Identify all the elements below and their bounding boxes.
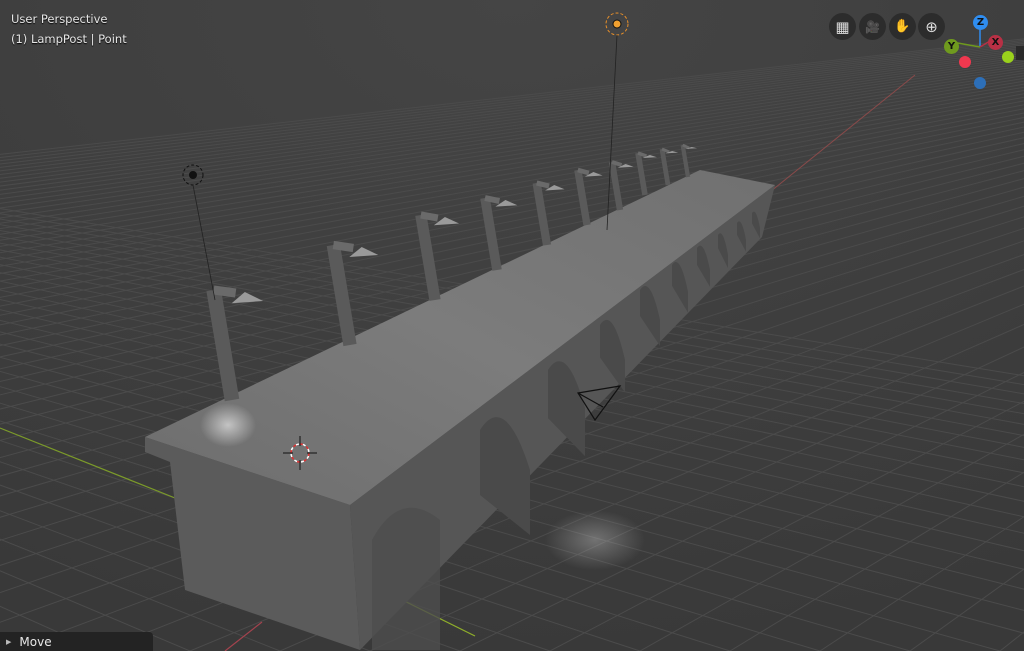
last-operator-panel[interactable]: ▶ Move <box>0 632 153 651</box>
operator-label: Move <box>19 634 52 649</box>
zoom-icon: ⊕ <box>925 17 938 36</box>
light-glow-floor <box>545 510 645 570</box>
camera-icon: 🎥 <box>865 19 880 34</box>
toggle-grid-view-button[interactable]: ▦ <box>829 13 856 40</box>
lamp-light-spot <box>200 403 256 447</box>
hand-icon: ✋ <box>894 19 911 34</box>
view-name-label: User Perspective <box>11 12 108 26</box>
gizmo-neg-z-axis[interactable] <box>974 77 986 89</box>
gizmo-z-axis[interactable]: Z <box>973 15 988 30</box>
3d-viewport[interactable] <box>0 0 1024 651</box>
gizmo-x-axis[interactable]: X <box>988 35 1003 50</box>
gizmo-neg-x-axis[interactable] <box>959 56 971 68</box>
camera-view-button[interactable]: 🎥 <box>859 13 886 40</box>
front-arch <box>372 507 440 650</box>
pan-view-button[interactable]: ✋ <box>889 13 916 40</box>
active-object-label: (1) LampPost | Point <box>11 32 127 46</box>
gizmo-y-axis[interactable]: Y <box>944 39 959 54</box>
expand-triangle-icon[interactable]: ▶ <box>6 638 11 646</box>
sidebar-toggle-tab[interactable] <box>1016 46 1024 60</box>
grid-icon: ▦ <box>835 17 850 36</box>
gizmo-neg-y-axis[interactable] <box>1002 51 1014 63</box>
